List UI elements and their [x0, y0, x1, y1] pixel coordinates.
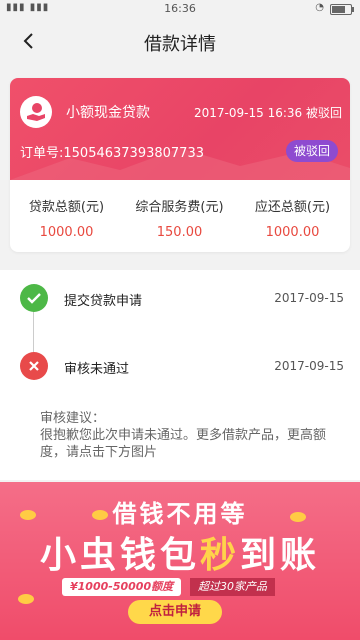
timeline-step-date: 2017-09-15: [274, 359, 344, 373]
stat-value: 1000.00: [39, 225, 94, 240]
stat-loan-total: 贷款总额(元) 1000.00: [10, 196, 123, 240]
loan-time-status: 2017-09-15 16:36 被驳回: [194, 104, 342, 121]
loan-card: 小额现金贷款 2017-09-15 16:36 被驳回 订单号:15054637…: [10, 78, 350, 252]
advice-body: 很抱歉您此次申请未通过。更多借款产品，更高额度，请点击下方图片: [40, 428, 327, 460]
order-number: 订单号:15054637393807733: [20, 142, 204, 161]
page-title: 借款详情: [144, 34, 216, 55]
products-tag: 超过30家产品: [190, 578, 275, 596]
slogan-part: 小虫钱包: [39, 535, 200, 576]
nav-bar: 借款详情: [0, 18, 360, 66]
stat-repay-total: 应还总额(元) 1000.00: [236, 196, 349, 240]
advice-title: 审核建议：: [40, 411, 106, 426]
alarm-icon: ◔: [315, 2, 324, 13]
progress-timeline: 提交贷款申请 2017-09-15 审核未通过 2017-09-15 审核建议：…: [0, 270, 360, 480]
loan-status-text: 被驳回: [305, 106, 342, 120]
stat-label: 综合服务费(元): [135, 200, 224, 215]
check-icon: [20, 284, 48, 312]
loan-product-name: 小额现金贷款: [66, 105, 150, 121]
promo-banner[interactable]: 借钱不用等 小虫钱包秒到账 ¥1000-50000额度 超过30家产品 点击申请: [0, 482, 360, 640]
slogan-highlight: 秒: [199, 535, 240, 576]
apply-button[interactable]: 点击申请: [128, 600, 222, 624]
timeline-step-text: 提交贷款申请: [64, 294, 143, 309]
loan-card-header: 小额现金贷款 2017-09-15 16:36 被驳回 订单号:15054637…: [10, 78, 350, 180]
stat-service-fee: 综合服务费(元) 150.00: [123, 196, 236, 240]
loan-datetime: 2017-09-15 16:36: [194, 106, 303, 120]
stat-value: 1000.00: [265, 225, 320, 240]
stat-value: 150.00: [156, 225, 203, 240]
status-time: 16:36: [164, 2, 196, 15]
order-value: 15054637393807733: [63, 146, 204, 161]
coin-icon: [18, 594, 34, 604]
status-bar: ▮▮▮ ▮▮▮ 16:36 ◔: [0, 0, 360, 18]
hand-money-icon: [20, 96, 52, 128]
timeline-step-text: 审核未通过: [64, 362, 130, 377]
timeline-step-date: 2017-09-15: [274, 291, 344, 305]
stat-label: 贷款总额(元): [28, 200, 105, 215]
order-label: 订单号:: [20, 146, 64, 161]
amount-tag: ¥1000-50000额度: [62, 578, 182, 596]
banner-slogan: 小虫钱包秒到账: [0, 526, 360, 578]
stat-label: 应还总额(元): [254, 200, 331, 215]
close-icon: [20, 352, 48, 380]
status-badge: 被驳回: [285, 140, 338, 162]
banner-headline: 借钱不用等: [112, 500, 248, 528]
review-advice: 审核建议： 很抱歉您此次申请未通过。更多借款产品，更高额度，请点击下方图片: [40, 410, 330, 461]
slogan-part: 到账: [240, 535, 321, 576]
battery-icon: [330, 4, 354, 15]
